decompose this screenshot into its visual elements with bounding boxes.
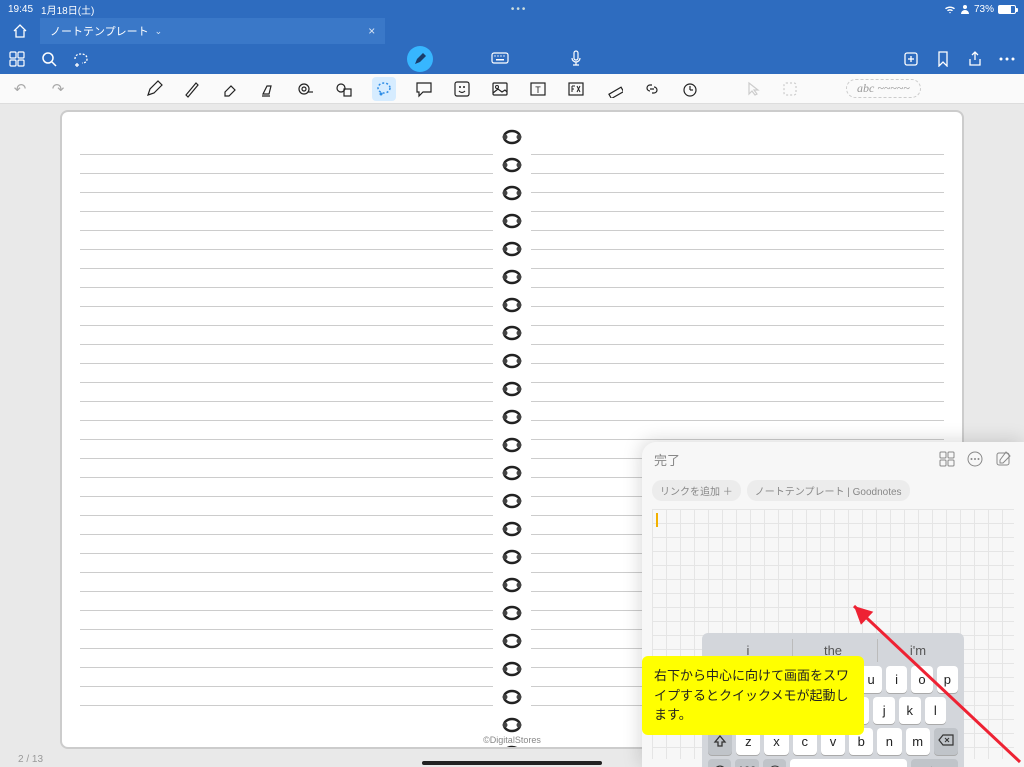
- key-space[interactable]: space: [790, 759, 907, 767]
- key-globe[interactable]: [708, 759, 731, 767]
- key-m[interactable]: m: [906, 728, 930, 755]
- undo-icon[interactable]: ↶: [10, 79, 30, 99]
- lasso-tool-icon[interactable]: [372, 77, 396, 101]
- tab-title: ノートテンプレート: [50, 23, 149, 39]
- document-tab[interactable]: ノートテンプレート ⌄ ×: [40, 18, 385, 44]
- thumbnails-icon[interactable]: [8, 50, 26, 68]
- pointer-tool-icon[interactable]: [742, 79, 762, 99]
- pen-tool-icon[interactable]: [144, 79, 164, 99]
- highlighter-tool-icon[interactable]: [258, 79, 278, 99]
- quick-note-done-button[interactable]: 完了: [654, 450, 680, 469]
- math-tool-icon[interactable]: [566, 79, 586, 99]
- quick-note-ref[interactable]: ノートテンプレート | Goodnotes: [747, 480, 910, 501]
- lasso-add-icon[interactable]: [72, 50, 90, 68]
- status-time: 19:45: [8, 4, 33, 15]
- shape-tool-icon[interactable]: [334, 79, 354, 99]
- status-date: 1月18日(土): [41, 2, 94, 17]
- spiral-binding: document.write(Array.from({length:26}).m…: [501, 122, 523, 737]
- redo-icon[interactable]: ↷: [48, 79, 68, 99]
- key-k[interactable]: k: [899, 697, 921, 724]
- ruler-tool-icon[interactable]: [604, 79, 624, 99]
- quick-note-add-link[interactable]: リンクを追加 ＋: [652, 480, 741, 501]
- app-top-bar: [0, 44, 1024, 74]
- sticker-tool-icon[interactable]: [452, 79, 472, 99]
- battery-pct: 73%: [974, 4, 994, 15]
- tape-tool-icon[interactable]: [296, 79, 316, 99]
- battery-icon: [998, 5, 1016, 14]
- text-cursor: [656, 513, 658, 527]
- bookmark-icon[interactable]: [934, 50, 952, 68]
- key-o[interactable]: o: [911, 666, 932, 693]
- home-button[interactable]: [0, 18, 40, 44]
- search-icon[interactable]: [40, 50, 58, 68]
- key-numbers[interactable]: 123: [735, 759, 758, 767]
- wifi-icon: [944, 5, 956, 14]
- tab-chevron-icon[interactable]: ⌄: [155, 26, 163, 37]
- pen-mode-button[interactable]: [407, 46, 433, 72]
- quick-note-tags: リンクを追加 ＋ ノートテンプレート | Goodnotes: [642, 476, 1024, 505]
- annotation-callout: 右下から中心に向けて画面をスワイプするとクイックメモが起動します。: [642, 656, 864, 735]
- key-n[interactable]: n: [877, 728, 901, 755]
- image-tool-icon[interactable]: [490, 79, 510, 99]
- elements-tool-icon[interactable]: [780, 79, 800, 99]
- key-p[interactable]: p: [937, 666, 958, 693]
- pencil-tool-icon[interactable]: [182, 79, 202, 99]
- share-icon[interactable]: [966, 50, 984, 68]
- quick-note-header: 完了: [642, 442, 1024, 476]
- more-icon[interactable]: [998, 50, 1016, 68]
- suggestion-3[interactable]: i'm: [877, 639, 958, 662]
- home-indicator[interactable]: [422, 761, 602, 765]
- key-backspace[interactable]: [934, 728, 958, 755]
- page-left[interactable]: [80, 136, 493, 707]
- key-j[interactable]: j: [873, 697, 895, 724]
- tab-bar: ノートテンプレート ⌄ ×: [0, 18, 1024, 44]
- key-i[interactable]: i: [886, 666, 907, 693]
- editing-tool-bar: ↶ ↷ T abc ~~~~~: [0, 74, 1024, 104]
- keyboard-row-4: 123 space return: [708, 759, 958, 767]
- tab-close-icon[interactable]: ×: [168, 24, 375, 38]
- svg-text:T: T: [535, 85, 541, 95]
- text-tool-icon[interactable]: T: [528, 79, 548, 99]
- quick-note-grid-icon[interactable]: [938, 450, 956, 468]
- eraser-tool-icon[interactable]: [220, 79, 240, 99]
- microphone-icon[interactable]: [567, 50, 585, 68]
- page-counter: 2 / 13: [18, 754, 43, 765]
- key-l[interactable]: l: [925, 697, 947, 724]
- user-icon: [960, 4, 970, 14]
- ipad-status-bar: 19:45 1月18日(土) ••• 73%: [0, 0, 1024, 18]
- comment-tool-icon[interactable]: [414, 79, 434, 99]
- handwriting-hint[interactable]: abc ~~~~~: [846, 79, 921, 98]
- key-emoji[interactable]: [763, 759, 786, 767]
- canvas-area[interactable]: document.write(Array.from({length:26}).m…: [0, 104, 1024, 767]
- status-center-dots: •••: [94, 4, 944, 15]
- timer-tool-icon[interactable]: [680, 79, 700, 99]
- quick-note-more-icon[interactable]: [966, 450, 984, 468]
- keyboard-icon[interactable]: [491, 50, 509, 68]
- add-page-icon[interactable]: [902, 50, 920, 68]
- link-tool-icon[interactable]: [642, 79, 662, 99]
- key-return[interactable]: return: [911, 759, 958, 767]
- quick-note-compose-icon[interactable]: [994, 450, 1012, 468]
